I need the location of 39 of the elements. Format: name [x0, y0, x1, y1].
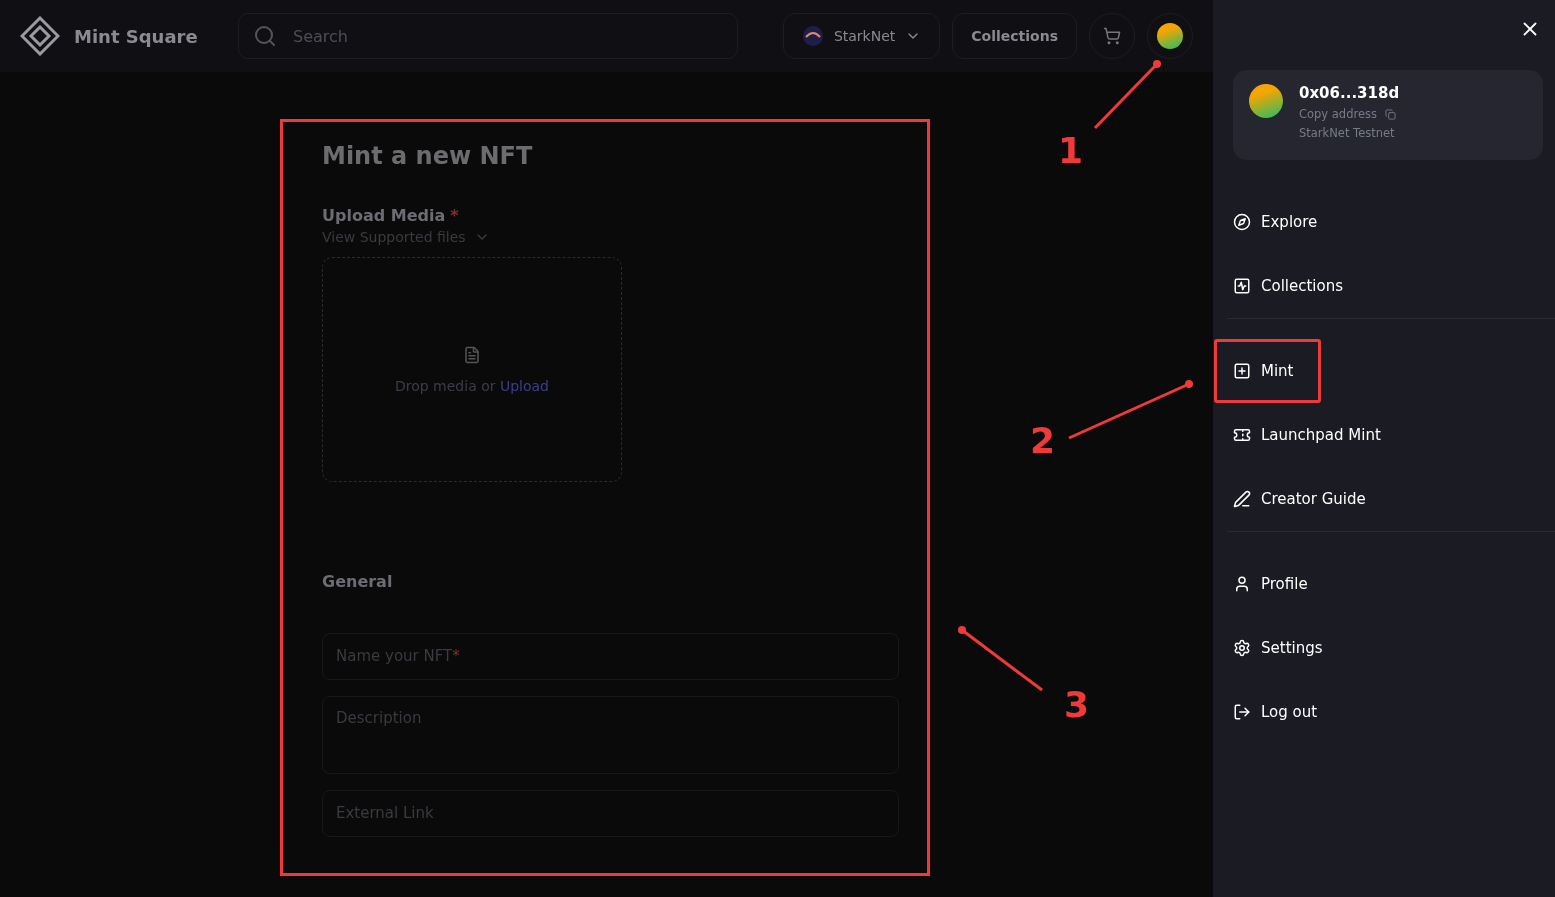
compass-icon — [1233, 213, 1251, 231]
upload-label: Upload Media — [322, 206, 446, 225]
network-name: StarkNet Testnet — [1299, 126, 1395, 140]
diamond-logo-icon — [20, 16, 60, 56]
search-icon — [253, 24, 277, 48]
file-icon — [463, 345, 481, 364]
drop-text: Drop media or Upload — [395, 377, 549, 394]
chart-icon — [1233, 277, 1251, 295]
settings-icon — [1233, 639, 1251, 657]
menu-item[interactable]: Settings — [1227, 616, 1555, 680]
menu-item[interactable]: Collections — [1227, 254, 1555, 318]
logout-icon — [1233, 703, 1251, 721]
menu-item[interactable]: Creator Guide — [1227, 467, 1555, 531]
network-logo-icon — [801, 25, 824, 47]
menu-item[interactable]: Launchpad Mint — [1227, 403, 1555, 467]
form-title: Mint a new NFT — [322, 142, 534, 170]
avatar-icon — [1249, 84, 1283, 118]
copy-icon[interactable] — [1385, 108, 1396, 120]
section-heading: General — [322, 572, 394, 591]
menu-item[interactable]: Profile — [1227, 552, 1555, 616]
cart-icon — [1103, 27, 1121, 45]
menu-item[interactable]: Mint — [1214, 339, 1321, 403]
annotation-number: 3 — [1064, 684, 1090, 725]
pen-icon — [1233, 490, 1251, 508]
logo-text[interactable]: Mint Square — [74, 25, 198, 47]
ticket-icon — [1233, 426, 1251, 444]
annotation-number: 2 — [1030, 420, 1056, 461]
menu-item[interactable]: Explore — [1227, 190, 1555, 254]
required-mark: * — [450, 206, 459, 225]
copy-address-link[interactable]: Copy address — [1299, 107, 1377, 121]
menu-item[interactable]: Log out — [1227, 680, 1555, 744]
user-icon — [1233, 575, 1251, 593]
network-selector[interactable]: StarkNet — [782, 13, 941, 59]
avatar-icon — [1157, 23, 1183, 49]
collections-button[interactable]: Collections — [952, 13, 1077, 59]
annotation-number: 1 — [1058, 130, 1084, 171]
wallet-address: 0x06...318d — [1299, 84, 1400, 102]
annotation-arrow — [1093, 60, 1161, 130]
plus-icon — [1233, 362, 1251, 380]
